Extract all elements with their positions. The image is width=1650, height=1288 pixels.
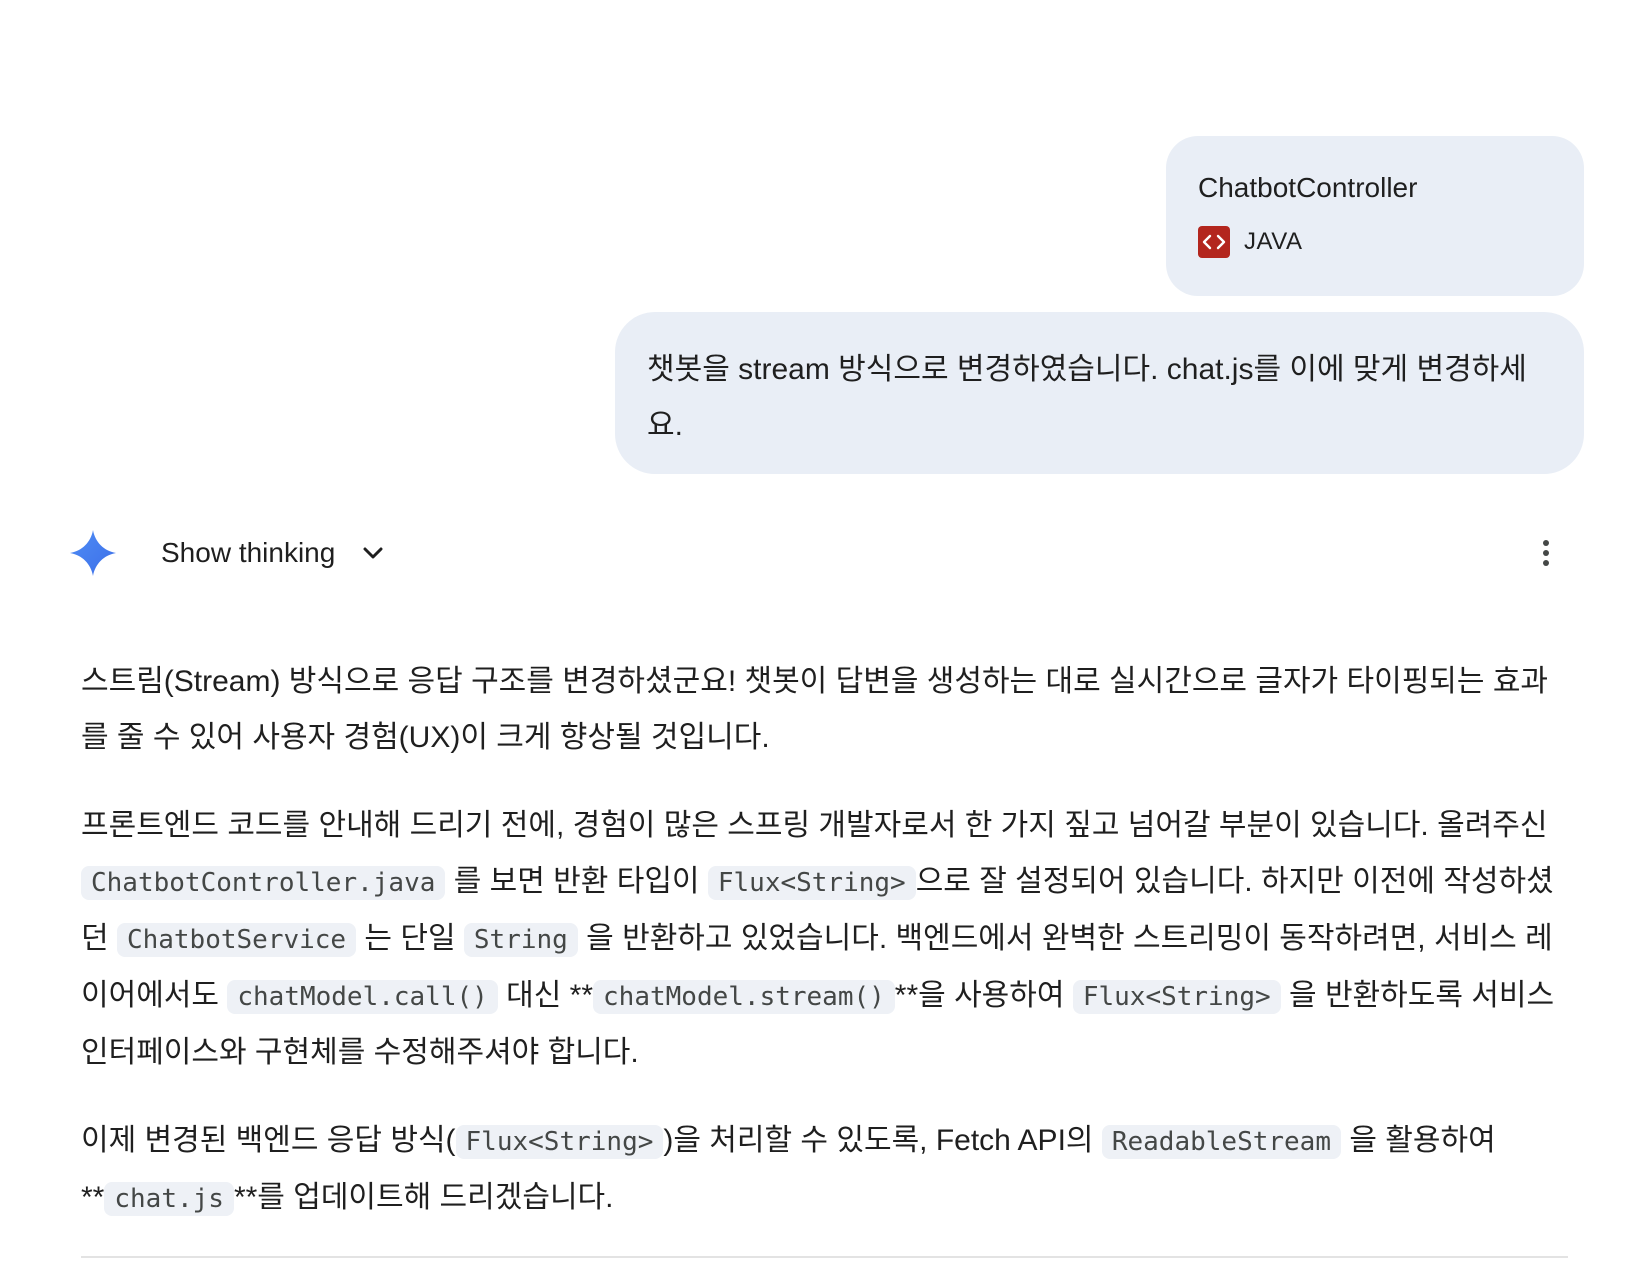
inline-code: chatModel.stream() — [593, 980, 895, 1014]
more-vert-icon — [1543, 540, 1549, 566]
inline-code: ChatbotService — [116, 923, 357, 957]
show-thinking-label: Show thinking — [161, 537, 336, 568]
text-segment: 를 보면 반환 타입이 — [445, 865, 708, 898]
text-segment: )을 처리할 수 있도록, Fetch API의 — [663, 1124, 1102, 1157]
inline-code: chatModel.call() — [227, 980, 498, 1014]
inline-code: Flux<String> — [1072, 980, 1281, 1014]
inline-code: Flux<String> — [455, 1125, 664, 1159]
gemini-spark-icon — [68, 528, 118, 578]
attachment-file-type: JAVA — [1244, 228, 1303, 255]
more-options-button[interactable] — [1529, 536, 1563, 570]
chevron-down-icon — [363, 547, 383, 559]
response-paragraph-2: 프론트엔드 코드를 안내해 드리기 전에, 경험이 많은 스프링 개발자로서 한… — [81, 798, 1571, 1081]
show-thinking-button[interactable]: Show thinking — [161, 532, 387, 574]
user-message-bubble: 챗봇을 stream 방식으로 변경하였습니다. chat.js를 이에 맞게 … — [615, 312, 1584, 474]
response-header: Show thinking — [68, 528, 1568, 578]
text-segment: 대신 ** — [497, 979, 594, 1012]
inline-code: String — [463, 923, 578, 957]
response-body: 스트림(Stream) 방식으로 응답 구조를 변경하셨군요! 챗봇이 답변을 … — [81, 654, 1571, 1259]
response-paragraph-1: 스트림(Stream) 방식으로 응답 구조를 변경하셨군요! 챗봇이 답변을 … — [81, 665, 1549, 754]
divider — [81, 1256, 1568, 1258]
text-segment: **를 업데이트해 드리겠습니다. — [233, 1181, 614, 1214]
attachment-type-row: JAVA — [1198, 226, 1584, 258]
inline-code: ReadableStream — [1101, 1125, 1341, 1159]
inline-code: chat.js — [104, 1182, 234, 1216]
text-segment: 프론트엔드 코드를 안내해 드리기 전에, 경험이 많은 스프링 개발자로서 한… — [81, 809, 1548, 842]
text-segment: 이제 변경된 백엔드 응답 방식( — [81, 1124, 456, 1157]
text-segment: **을 사용하여 — [894, 979, 1073, 1012]
code-file-icon — [1198, 226, 1230, 258]
attachment-card[interactable]: ChatbotController JAVA — [1166, 136, 1584, 296]
attachment-file-name: ChatbotController — [1198, 172, 1418, 203]
inline-code: ChatbotController.java — [81, 866, 446, 900]
inline-code: Flux<String> — [707, 866, 916, 900]
text-segment: 는 단일 — [356, 922, 464, 955]
response-paragraph-3: 이제 변경된 백엔드 응답 방식(Flux<String>)을 처리할 수 있도… — [81, 1113, 1571, 1227]
